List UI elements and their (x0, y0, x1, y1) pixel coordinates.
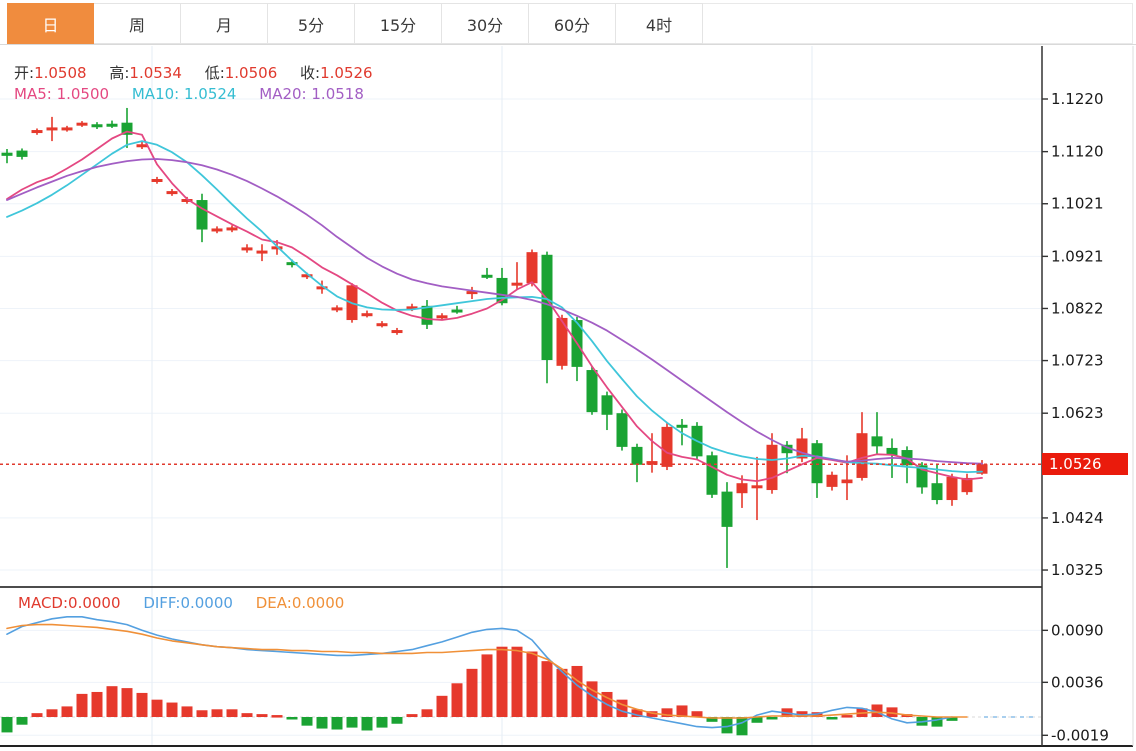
y-axis-label: 1.0921 (1051, 247, 1104, 265)
tab-label: 30分 (467, 12, 503, 36)
ma5-line (7, 132, 982, 482)
ma10-label: MA10: (132, 85, 184, 103)
open-value: 1.0508 (34, 64, 87, 82)
tab-label: 月 (216, 12, 232, 36)
chart-area[interactable]: 1.1220 1.1120 1.1021 1.0921 1.0822 1.0723 1.06… (0, 45, 1136, 751)
timeframe-tabbar: 日 周 月 5分 15分 30分 60分 4时 (0, 0, 1136, 45)
tab-30min[interactable]: 30分 (442, 3, 529, 44)
tabbar-filler (703, 3, 1133, 44)
y-axis-label: 1.1220 (1051, 90, 1104, 108)
y-axis-label: 1.1021 (1051, 195, 1104, 213)
diff-line (7, 617, 952, 728)
y-axis-label: 1.0424 (1051, 509, 1104, 527)
y-axis-label: -0.0019 (1051, 726, 1109, 744)
close-label: 收: (300, 64, 320, 82)
ma10-value: 1.0524 (184, 85, 237, 103)
y-axis-label: 1.0623 (1051, 404, 1104, 422)
open-label: 开: (14, 64, 34, 82)
low-label: 低: (205, 64, 225, 82)
macd-histogram (0, 647, 1042, 736)
ma20-label: MA20: (259, 85, 311, 103)
grid-layer (0, 46, 1042, 746)
tab-month[interactable]: 月 (181, 3, 268, 44)
diff-value: 0.0000 (180, 594, 233, 612)
tab-label: 日 (42, 12, 58, 36)
tab-label: 15分 (380, 12, 416, 36)
low-value: 1.0506 (225, 64, 278, 82)
y-axis-label: 0.0036 (1051, 673, 1104, 691)
tab-week[interactable]: 周 (94, 3, 181, 44)
close-value: 1.0526 (320, 64, 373, 82)
high-label: 高: (109, 64, 129, 82)
ma5-label: MA5: (14, 85, 57, 103)
tab-60min[interactable]: 60分 (529, 3, 616, 44)
y-axis-label: 1.0822 (1051, 299, 1104, 317)
ma10-line (7, 141, 982, 472)
app-window: 日 周 月 5分 15分 30分 60分 4时 1.1220 1.1120 1.10… (0, 0, 1136, 751)
macd-label: MACD: (18, 594, 68, 612)
ma20-value: 1.0518 (311, 85, 364, 103)
y-axis-label: 0.0090 (1051, 621, 1104, 639)
ma5-value: 1.0500 (57, 85, 110, 103)
ohlc-readout: 开:1.0508 高:1.0534 低:1.0506 收:1.0526 (14, 62, 373, 83)
tab-5min[interactable]: 5分 (268, 3, 355, 44)
tab-day[interactable]: 日 (7, 3, 94, 44)
high-value: 1.0534 (129, 64, 182, 82)
current-price-tag: 1.0526 (1042, 453, 1128, 475)
tab-label: 60分 (554, 12, 590, 36)
tab-label: 4时 (646, 12, 672, 36)
kline-chart-canvas[interactable]: 1.1220 1.1120 1.1021 1.0921 1.0822 1.0723 1.06… (0, 45, 1136, 751)
tab-label: 5分 (298, 12, 324, 36)
ma-readout: MA5: 1.0500 MA10: 1.0524 MA20: 1.0518 (14, 85, 364, 103)
tab-label: 周 (129, 12, 145, 36)
dea-value: 0.0000 (292, 594, 345, 612)
candles-layer (2, 108, 988, 568)
y-axis-label: 1.0723 (1051, 352, 1104, 370)
ma20-line (7, 159, 982, 464)
macd-value: 0.0000 (68, 594, 121, 612)
diff-label: DIFF: (143, 594, 180, 612)
macd-readout: MACD:0.0000 DIFF:0.0000 DEA:0.0000 (18, 594, 344, 612)
y-axis-label: 1.0325 (1051, 561, 1104, 579)
dea-label: DEA: (256, 594, 292, 612)
tab-4hour[interactable]: 4时 (616, 3, 703, 44)
y-axis-label: 1.1120 (1051, 143, 1104, 161)
tab-15min[interactable]: 15分 (355, 3, 442, 44)
